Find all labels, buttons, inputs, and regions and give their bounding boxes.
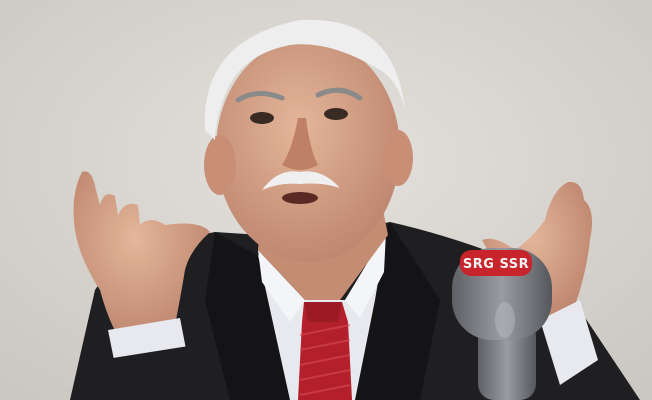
left-ear: [204, 135, 236, 195]
tie-knot: [304, 302, 342, 322]
mouth: [282, 192, 318, 204]
left-eye: [250, 112, 274, 124]
mic-highlight: [495, 302, 515, 338]
photo-scene: SRG SSR: [0, 0, 652, 400]
mic-brand-label: SRG SSR: [463, 257, 529, 272]
right-eye: [324, 108, 348, 120]
press-conference-photo: SRG SSR: [0, 0, 652, 400]
right-ear: [383, 130, 413, 186]
